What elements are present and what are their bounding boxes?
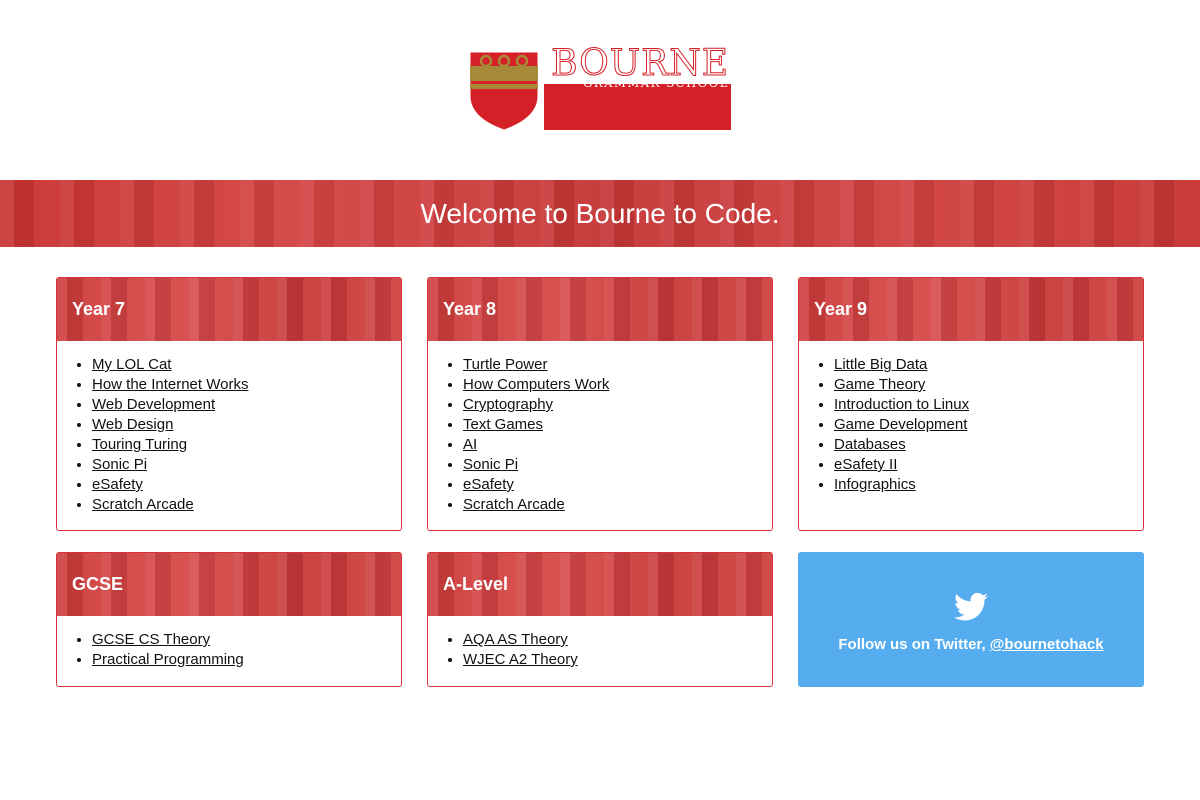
list-item: Sonic Pi — [463, 455, 772, 475]
list-item: Sonic Pi — [92, 455, 401, 475]
follow-label: Follow us on Twitter, — [838, 636, 986, 653]
school-logo[interactable]: BOURNE GRAMMAR SCHOOL — [469, 43, 731, 132]
link-list: Little Big Data Game Theory Introduction… — [799, 341, 1143, 509]
lesson-link[interactable]: eSafety — [463, 476, 514, 493]
list-item: Touring Turing — [92, 435, 401, 455]
card-header: Year 7 — [57, 278, 401, 341]
lesson-link[interactable]: Cryptography — [463, 396, 553, 413]
card-title: GCSE — [72, 574, 124, 594]
card-header: A-Level — [428, 553, 772, 616]
lesson-link[interactable]: Scratch Arcade — [463, 496, 565, 513]
list-item: Cryptography — [463, 395, 772, 415]
lesson-link[interactable]: Practical Programming — [92, 651, 244, 668]
card-header: Year 8 — [428, 278, 772, 341]
list-item: Game Development — [834, 415, 1143, 435]
lesson-link[interactable]: eSafety — [92, 476, 143, 493]
lesson-link[interactable]: Web Development — [92, 396, 215, 413]
lesson-link[interactable]: My LOL Cat — [92, 356, 171, 373]
list-item: How Computers Work — [463, 375, 772, 395]
card-gcse: GCSE GCSE CS Theory Practical Programmin… — [56, 552, 402, 687]
card-year-7: Year 7 My LOL Cat How the Internet Works… — [56, 277, 402, 531]
list-item: Web Design — [92, 415, 401, 435]
list-item: Little Big Data — [834, 355, 1143, 375]
card-title: Year 7 — [72, 299, 126, 319]
lesson-link[interactable]: GCSE CS Theory — [92, 631, 210, 648]
list-item: AQA AS Theory — [463, 630, 772, 650]
list-item: GCSE CS Theory — [92, 630, 401, 650]
list-item: AI — [463, 435, 772, 455]
twitter-bird-icon[interactable] — [954, 592, 988, 622]
twitter-handle-link[interactable]: @bournetohack — [990, 636, 1104, 653]
twitter-panel: Follow us on Twitter, @bournetohack — [798, 552, 1144, 687]
list-item: Practical Programming — [92, 650, 401, 670]
lesson-link[interactable]: How Computers Work — [463, 376, 609, 393]
lesson-link[interactable]: Game Development — [834, 416, 967, 433]
list-item: eSafety — [92, 475, 401, 495]
list-item: My LOL Cat — [92, 355, 401, 375]
list-item: Turtle Power — [463, 355, 772, 375]
card-title: A-Level — [443, 574, 509, 594]
list-item: Databases — [834, 435, 1143, 455]
card-title: Year 8 — [443, 299, 497, 319]
lesson-link[interactable]: Game Theory — [834, 376, 925, 393]
list-item: eSafety II — [834, 455, 1143, 475]
list-item: Introduction to Linux — [834, 395, 1143, 415]
card-year-9: Year 9 Little Big Data Game Theory Intro… — [798, 277, 1144, 531]
twitter-follow-text: Follow us on Twitter, @bournetohack — [798, 635, 1144, 655]
link-list: AQA AS Theory WJEC A2 Theory — [428, 616, 772, 684]
lesson-link[interactable]: Sonic Pi — [463, 456, 518, 473]
lesson-link[interactable]: Sonic Pi — [92, 456, 147, 473]
list-item: How the Internet Works — [92, 375, 401, 395]
list-item: Scratch Arcade — [92, 495, 401, 515]
lesson-link[interactable]: Web Design — [92, 416, 173, 433]
lesson-link[interactable]: Introduction to Linux — [834, 396, 969, 413]
lesson-link[interactable]: WJEC A2 Theory — [463, 651, 578, 668]
lesson-link[interactable]: eSafety II — [834, 456, 897, 473]
link-list: Turtle Power How Computers Work Cryptogr… — [428, 341, 772, 529]
lesson-link[interactable]: How the Internet Works — [92, 376, 248, 393]
link-list: My LOL Cat How the Internet Works Web De… — [57, 341, 401, 529]
list-item: Game Theory — [834, 375, 1143, 395]
lesson-link[interactable]: Infographics — [834, 476, 916, 493]
lesson-link[interactable]: Databases — [834, 436, 906, 453]
lesson-link[interactable]: Turtle Power — [463, 356, 547, 373]
school-crest-icon — [469, 51, 539, 130]
card-title: Year 9 — [814, 299, 868, 319]
lesson-link[interactable]: Scratch Arcade — [92, 496, 194, 513]
logo-subtitle: GRAMMAR SCHOOL — [583, 76, 729, 90]
lesson-link[interactable]: AI — [463, 436, 477, 453]
card-a-level: A-Level AQA AS Theory WJEC A2 Theory — [427, 552, 773, 687]
link-list: GCSE CS Theory Practical Programming — [57, 616, 401, 684]
banner-title: Welcome to Bourne to Code. — [420, 198, 780, 229]
card-header: Year 9 — [799, 278, 1143, 341]
list-item: Infographics — [834, 475, 1143, 495]
lesson-link[interactable]: Little Big Data — [834, 356, 927, 373]
lesson-link[interactable]: Touring Turing — [92, 436, 187, 453]
card-header: GCSE — [57, 553, 401, 616]
card-year-8: Year 8 Turtle Power How Computers Work C… — [427, 277, 773, 531]
lesson-link[interactable]: AQA AS Theory — [463, 631, 568, 648]
list-item: eSafety — [463, 475, 772, 495]
lesson-link[interactable]: Text Games — [463, 416, 543, 433]
list-item: Text Games — [463, 415, 772, 435]
list-item: Scratch Arcade — [463, 495, 772, 515]
list-item: Web Development — [92, 395, 401, 415]
list-item: WJEC A2 Theory — [463, 650, 772, 670]
